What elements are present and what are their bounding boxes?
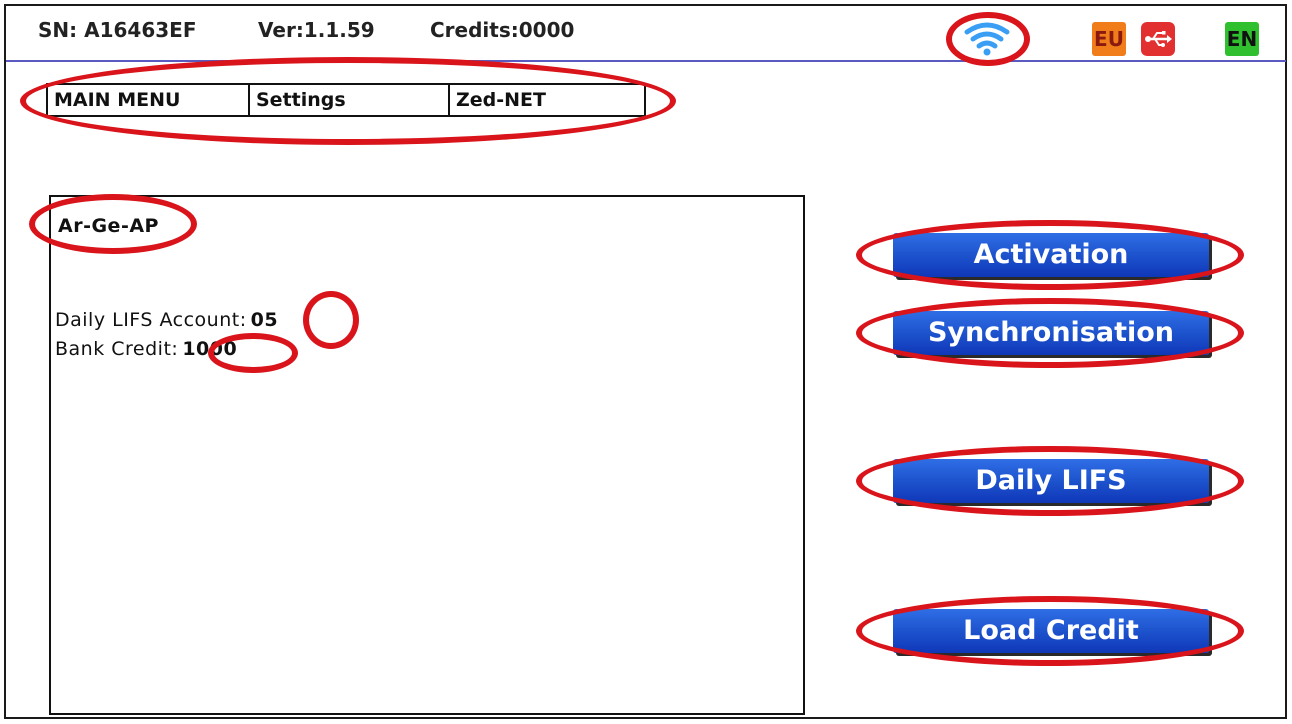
firmware-version: Ver:1.1.59 — [258, 18, 375, 42]
daily-lifs-button[interactable]: Daily LIFS — [893, 459, 1209, 503]
network-name: Ar-Ge-AP — [58, 215, 159, 237]
bank-credit-row: Bank Credit: 1000 — [55, 338, 237, 360]
synchronisation-button[interactable]: Synchronisation — [893, 311, 1209, 355]
info-panel: Ar-Ge-AP Daily LIFS Account: 05 Bank Cred… — [49, 195, 805, 715]
activation-button[interactable]: Activation — [893, 233, 1209, 277]
credits-counter: Credits:0000 — [430, 18, 575, 42]
status-bar: SN: A16463EF Ver:1.1.59 Credits:0000 EU … — [0, 0, 1292, 62]
menu-bar: MAIN MENU Settings Zed-NET — [46, 83, 646, 117]
daily-lifs-label: Daily LIFS Account: — [55, 309, 247, 331]
tab-main-menu[interactable]: MAIN MENU — [48, 85, 248, 115]
load-credit-button[interactable]: Load Credit — [893, 609, 1209, 653]
daily-lifs-value: 05 — [250, 309, 279, 331]
daily-lifs-row: Daily LIFS Account: 05 — [55, 309, 278, 331]
language-badge[interactable]: EN — [1225, 22, 1259, 56]
tab-settings[interactable]: Settings — [248, 85, 448, 115]
wifi-icon[interactable] — [950, 15, 1024, 61]
tab-zed-net[interactable]: Zed-NET — [448, 85, 644, 115]
status-divider — [6, 60, 1286, 62]
bank-credit-value: 1000 — [182, 338, 238, 360]
usb-icon[interactable] — [1141, 22, 1175, 56]
bank-credit-label: Bank Credit: — [55, 338, 179, 360]
region-badge[interactable]: EU — [1092, 22, 1126, 56]
serial-number: SN: A16463EF — [38, 18, 197, 42]
